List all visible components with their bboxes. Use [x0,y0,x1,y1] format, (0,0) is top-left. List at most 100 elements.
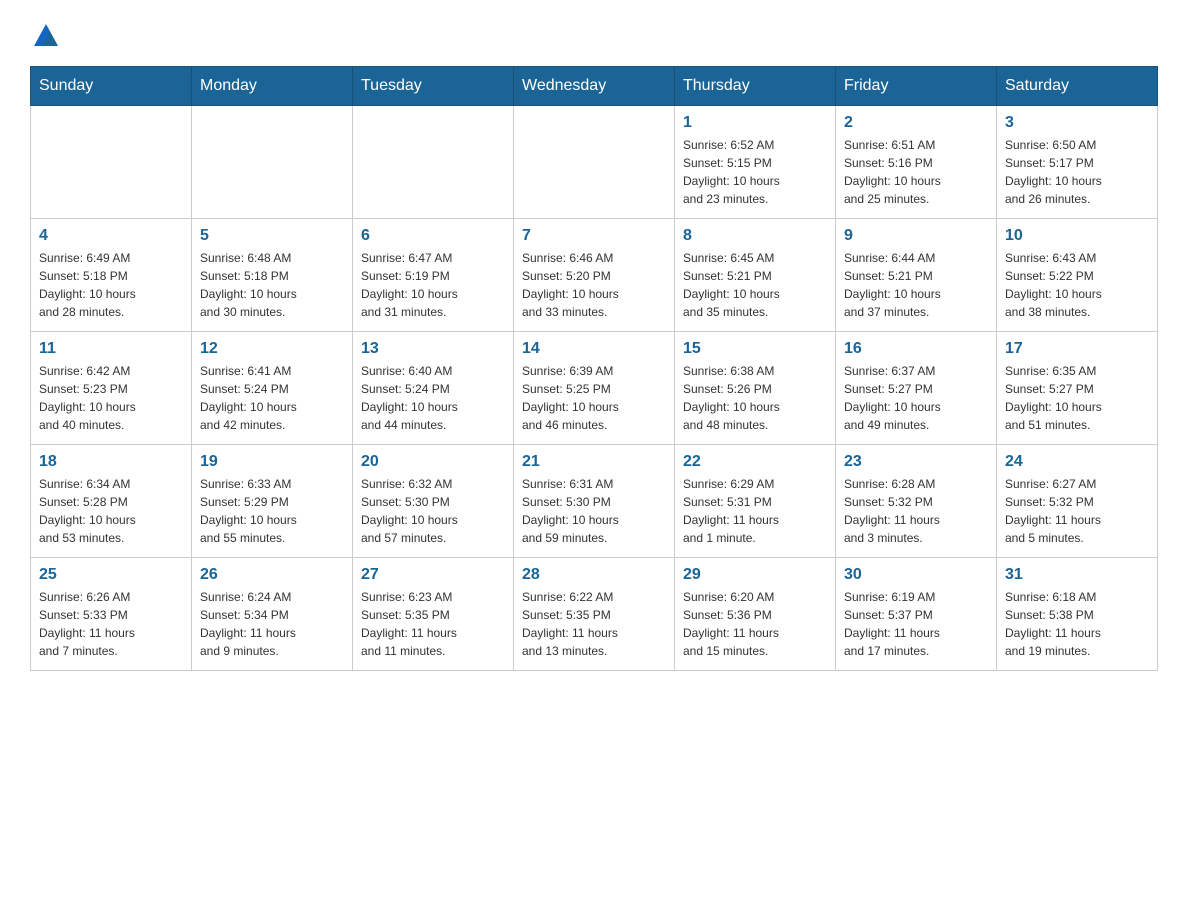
day-info: Sunrise: 6:28 AM Sunset: 5:32 PM Dayligh… [844,475,988,547]
day-info: Sunrise: 6:18 AM Sunset: 5:38 PM Dayligh… [1005,588,1149,660]
week-row-1: 1 Sunrise: 6:52 AM Sunset: 5:15 PM Daylig… [31,106,1158,219]
day-number: 21 [522,453,666,471]
day-number: 16 [844,340,988,358]
day-number: 27 [361,566,505,584]
day-number: 6 [361,227,505,245]
day-info: Sunrise: 6:33 AM Sunset: 5:29 PM Dayligh… [200,475,344,547]
day-number: 18 [39,453,183,471]
day-cell: 25Sunrise: 6:26 AM Sunset: 5:33 PM Dayli… [31,558,192,671]
day-number: 17 [1005,340,1149,358]
day-number: 1 [683,114,827,132]
day-number: 11 [39,340,183,358]
day-info: Sunrise: 6:44 AM Sunset: 5:21 PM Dayligh… [844,249,988,321]
day-info: Sunrise: 6:45 AM Sunset: 5:21 PM Dayligh… [683,249,827,321]
day-info: Sunrise: 6:52 AM Sunset: 5:15 PM Dayligh… [683,136,827,208]
day-cell: 16 Sunrise: 6:37 AM Sunset: 5:27 PM Dayli… [836,332,997,445]
day-cell: 12Sunrise: 6:41 AM Sunset: 5:24 PM Dayli… [192,332,353,445]
weekday-header-monday: Monday [192,67,353,106]
day-cell: 20Sunrise: 6:32 AM Sunset: 5:30 PM Dayli… [353,445,514,558]
day-cell: 27 Sunrise: 6:23 AM Sunset: 5:35 PM Dayli… [353,558,514,671]
calendar-table: SundayMondayTuesdayWednesdayThursdayFrid… [30,66,1158,671]
day-cell: 10 Sunrise: 6:43 AM Sunset: 5:22 PM Dayli… [997,219,1158,332]
weekday-header-saturday: Saturday [997,67,1158,106]
day-cell: 21Sunrise: 6:31 AM Sunset: 5:30 PM Dayli… [514,445,675,558]
day-number: 7 [522,227,666,245]
weekday-header-thursday: Thursday [675,67,836,106]
day-cell: 19 Sunrise: 6:33 AM Sunset: 5:29 PM Dayli… [192,445,353,558]
day-info: Sunrise: 6:43 AM Sunset: 5:22 PM Dayligh… [1005,249,1149,321]
day-number: 2 [844,114,988,132]
day-cell: 9 Sunrise: 6:44 AM Sunset: 5:21 PM Daylig… [836,219,997,332]
day-number: 12 [200,340,344,358]
day-cell: 29Sunrise: 6:20 AM Sunset: 5:36 PM Dayli… [675,558,836,671]
day-cell: 4 Sunrise: 6:49 AM Sunset: 5:18 PM Daylig… [31,219,192,332]
day-number: 28 [522,566,666,584]
day-info: Sunrise: 6:39 AM Sunset: 5:25 PM Dayligh… [522,362,666,434]
day-cell: 26 Sunrise: 6:24 AM Sunset: 5:34 PM Dayli… [192,558,353,671]
day-info: Sunrise: 6:38 AM Sunset: 5:26 PM Dayligh… [683,362,827,434]
page-header [30,20,1158,48]
day-number: 29 [683,566,827,584]
day-cell: 14 Sunrise: 6:39 AM Sunset: 5:25 PM Dayli… [514,332,675,445]
day-number: 10 [1005,227,1149,245]
day-cell: 24 Sunrise: 6:27 AM Sunset: 5:32 PM Dayli… [997,445,1158,558]
day-info: Sunrise: 6:49 AM Sunset: 5:18 PM Dayligh… [39,249,183,321]
day-number: 30 [844,566,988,584]
day-number: 31 [1005,566,1149,584]
day-number: 14 [522,340,666,358]
day-number: 8 [683,227,827,245]
day-cell: 23Sunrise: 6:28 AM Sunset: 5:32 PM Dayli… [836,445,997,558]
day-info: Sunrise: 6:37 AM Sunset: 5:27 PM Dayligh… [844,362,988,434]
week-row-5: 25Sunrise: 6:26 AM Sunset: 5:33 PM Dayli… [31,558,1158,671]
day-cell: 1 Sunrise: 6:52 AM Sunset: 5:15 PM Daylig… [675,106,836,219]
day-info: Sunrise: 6:24 AM Sunset: 5:34 PM Dayligh… [200,588,344,660]
day-cell: 22Sunrise: 6:29 AM Sunset: 5:31 PM Dayli… [675,445,836,558]
logo-icon [32,20,60,48]
day-number: 13 [361,340,505,358]
logo [30,20,60,48]
day-cell [192,106,353,219]
day-info: Sunrise: 6:42 AM Sunset: 5:23 PM Dayligh… [39,362,183,434]
day-cell: 31 Sunrise: 6:18 AM Sunset: 5:38 PM Dayli… [997,558,1158,671]
day-number: 26 [200,566,344,584]
day-number: 9 [844,227,988,245]
weekday-header-wednesday: Wednesday [514,67,675,106]
day-cell: 13Sunrise: 6:40 AM Sunset: 5:24 PM Dayli… [353,332,514,445]
day-info: Sunrise: 6:23 AM Sunset: 5:35 PM Dayligh… [361,588,505,660]
day-cell: 2 Sunrise: 6:51 AM Sunset: 5:16 PM Daylig… [836,106,997,219]
day-info: Sunrise: 6:32 AM Sunset: 5:30 PM Dayligh… [361,475,505,547]
weekday-header-friday: Friday [836,67,997,106]
day-cell: 17 Sunrise: 6:35 AM Sunset: 5:27 PM Dayli… [997,332,1158,445]
day-info: Sunrise: 6:51 AM Sunset: 5:16 PM Dayligh… [844,136,988,208]
day-cell [514,106,675,219]
day-cell [353,106,514,219]
weekday-header-tuesday: Tuesday [353,67,514,106]
day-cell: 8 Sunrise: 6:45 AM Sunset: 5:21 PM Daylig… [675,219,836,332]
week-row-2: 4 Sunrise: 6:49 AM Sunset: 5:18 PM Daylig… [31,219,1158,332]
day-cell: 15 Sunrise: 6:38 AM Sunset: 5:26 PM Dayli… [675,332,836,445]
day-number: 4 [39,227,183,245]
weekday-header-row: SundayMondayTuesdayWednesdayThursdayFrid… [31,67,1158,106]
day-cell: 18Sunrise: 6:34 AM Sunset: 5:28 PM Dayli… [31,445,192,558]
day-info: Sunrise: 6:29 AM Sunset: 5:31 PM Dayligh… [683,475,827,547]
day-number: 24 [1005,453,1149,471]
day-info: Sunrise: 6:50 AM Sunset: 5:17 PM Dayligh… [1005,136,1149,208]
day-info: Sunrise: 6:35 AM Sunset: 5:27 PM Dayligh… [1005,362,1149,434]
day-info: Sunrise: 6:46 AM Sunset: 5:20 PM Dayligh… [522,249,666,321]
day-cell: 11 Sunrise: 6:42 AM Sunset: 5:23 PM Dayli… [31,332,192,445]
day-number: 15 [683,340,827,358]
week-row-4: 18Sunrise: 6:34 AM Sunset: 5:28 PM Dayli… [31,445,1158,558]
weekday-header-sunday: Sunday [31,67,192,106]
day-info: Sunrise: 6:47 AM Sunset: 5:19 PM Dayligh… [361,249,505,321]
day-number: 5 [200,227,344,245]
day-info: Sunrise: 6:48 AM Sunset: 5:18 PM Dayligh… [200,249,344,321]
day-number: 3 [1005,114,1149,132]
day-cell: 7 Sunrise: 6:46 AM Sunset: 5:20 PM Daylig… [514,219,675,332]
day-info: Sunrise: 6:27 AM Sunset: 5:32 PM Dayligh… [1005,475,1149,547]
week-row-3: 11 Sunrise: 6:42 AM Sunset: 5:23 PM Dayli… [31,332,1158,445]
day-number: 25 [39,566,183,584]
day-number: 19 [200,453,344,471]
day-cell: 30Sunrise: 6:19 AM Sunset: 5:37 PM Dayli… [836,558,997,671]
day-cell: 3 Sunrise: 6:50 AM Sunset: 5:17 PM Daylig… [997,106,1158,219]
day-info: Sunrise: 6:22 AM Sunset: 5:35 PM Dayligh… [522,588,666,660]
